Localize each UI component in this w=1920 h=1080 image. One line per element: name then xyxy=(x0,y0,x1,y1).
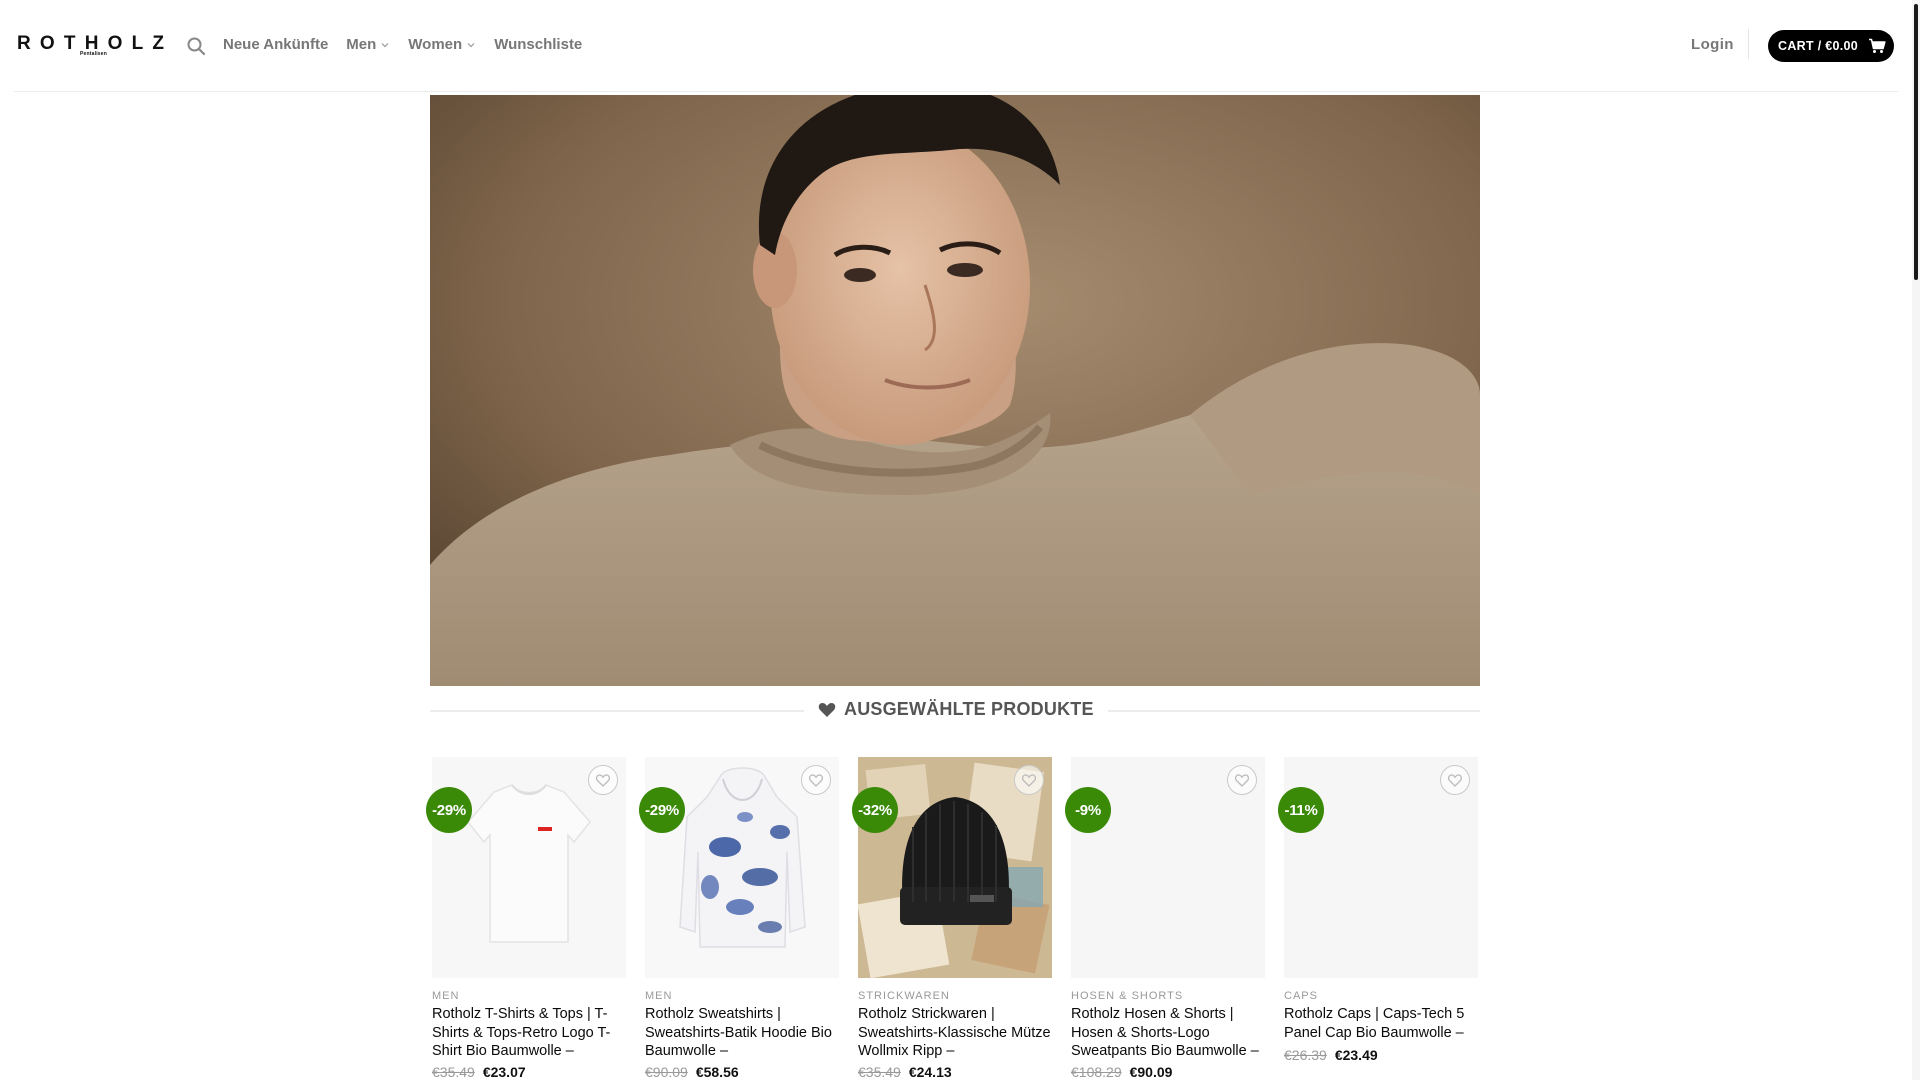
product-name[interactable]: Rotholz Hosen & Shorts | Hosen & Shorts-… xyxy=(1071,1005,1265,1061)
login-link[interactable]: Login xyxy=(1691,36,1734,54)
chevron-down-icon xyxy=(381,43,389,48)
product-category[interactable]: MEN xyxy=(645,990,672,1002)
main-nav: Neue Ankünfte Men Women Wunschliste xyxy=(223,36,582,54)
logo-subtext: Pentalisen xyxy=(80,51,108,57)
scrollbar-thumb[interactable] xyxy=(1914,4,1918,280)
page: ROTHOLZ Pentalisen Neue Ankünfte Men Wom… xyxy=(0,0,1920,1080)
wishlist-button[interactable] xyxy=(1440,765,1470,795)
discount-badge: -32% xyxy=(852,787,898,833)
header-divider xyxy=(1748,29,1749,59)
product-name[interactable]: Rotholz T-Shirts & Tops | T-Shirts & Top… xyxy=(432,1005,626,1061)
product-category[interactable]: HOSEN & SHORTS xyxy=(1071,990,1183,1002)
wishlist-button[interactable] xyxy=(1227,765,1257,795)
sale-price: €23.49 xyxy=(1334,1047,1378,1063)
wishlist-button[interactable] xyxy=(801,765,831,795)
discount-badge: -29% xyxy=(639,787,685,833)
product-card[interactable]: -29% MEN Rotholz Sweatshirts | Sweatshir… xyxy=(639,757,839,1080)
product-name[interactable]: Rotholz Caps | Caps-Tech 5 Panel Cap Bio… xyxy=(1284,1005,1478,1042)
nav-item-label: Neue Ankünfte xyxy=(223,36,329,53)
product-name[interactable]: Rotholz Sweatshirts | Sweatshirts-Batik … xyxy=(645,1005,839,1061)
product-card[interactable]: -11% CAPS Rotholz Caps | Caps-Tech 5 Pan… xyxy=(1278,757,1478,1080)
sale-price: €24.13 xyxy=(908,1064,952,1080)
heart-icon xyxy=(818,702,836,717)
price: €26.39 €23.49 xyxy=(1284,1047,1378,1063)
sale-price: €90.09 xyxy=(1129,1064,1173,1080)
chevron-down-icon xyxy=(467,43,475,48)
site-header: ROTHOLZ Pentalisen Neue Ankünfte Men Wom… xyxy=(14,0,1898,92)
product-card[interactable]: -32% STRICKWAREN Rotholz Strickwaren | S… xyxy=(852,757,1052,1080)
divider xyxy=(430,710,804,712)
cart-button[interactable]: CART / €0.00 xyxy=(1768,30,1894,62)
sale-price: €58.56 xyxy=(695,1064,739,1080)
old-price: €108.29 xyxy=(1071,1064,1122,1080)
heart-outline-icon xyxy=(1235,773,1249,787)
cart-label: CART / €0.00 xyxy=(1778,39,1859,53)
scrollbar[interactable] xyxy=(1912,0,1920,1080)
shopping-cart-icon xyxy=(1869,38,1886,53)
sale-price: €23.07 xyxy=(482,1064,526,1080)
nav-item-wunschliste[interactable]: Wunschliste xyxy=(494,36,582,54)
nav-item-label: Men xyxy=(346,36,377,53)
divider xyxy=(1108,710,1480,712)
product-grid: -29% MEN Rotholz T-Shirts & Tops | T-Shi… xyxy=(426,757,1478,1080)
product-name[interactable]: Rotholz Strickwaren | Sweatshirts-Klassi… xyxy=(858,1005,1052,1061)
nav-item-women[interactable]: Women xyxy=(408,36,476,54)
section-title-text: AUSGEWÄHLTE PRODUKTE xyxy=(844,699,1094,719)
price: €90.09 €58.56 xyxy=(645,1064,739,1080)
nav-item-label: Women xyxy=(408,36,463,53)
old-price: €35.49 xyxy=(858,1064,901,1080)
price: €35.49 €24.13 xyxy=(858,1064,952,1080)
discount-badge: -9% xyxy=(1065,787,1111,833)
logo[interactable]: ROTHOLZ Pentalisen xyxy=(17,34,164,58)
heart-outline-icon xyxy=(1022,773,1036,787)
wishlist-button[interactable] xyxy=(588,765,618,795)
heart-outline-icon xyxy=(809,773,823,787)
discount-badge: -11% xyxy=(1278,787,1324,833)
old-price: €26.39 xyxy=(1284,1047,1327,1063)
section-title: AUSGEWÄHLTE PRODUKTE xyxy=(818,699,1094,720)
nav-item-label: Wunschliste xyxy=(494,36,583,53)
price: €35.49 €23.07 xyxy=(432,1064,526,1080)
product-card[interactable]: -29% MEN Rotholz T-Shirts & Tops | T-Shi… xyxy=(426,757,626,1080)
wishlist-button[interactable] xyxy=(1014,765,1044,795)
discount-badge: -29% xyxy=(426,787,472,833)
heart-outline-icon xyxy=(1448,773,1462,787)
nav-item-neue-ankuenfte[interactable]: Neue Ankünfte xyxy=(223,36,328,54)
hero-image xyxy=(430,95,1480,686)
old-price: €90.09 xyxy=(645,1064,688,1080)
section-featured-products: AUSGEWÄHLTE PRODUKTE xyxy=(430,696,1480,726)
product-category[interactable]: MEN xyxy=(432,990,459,1002)
heart-outline-icon xyxy=(596,773,610,787)
product-category[interactable]: CAPS xyxy=(1284,990,1318,1002)
product-card[interactable]: -9% HOSEN & SHORTS Rotholz Hosen & Short… xyxy=(1065,757,1265,1080)
nav-item-men[interactable]: Men xyxy=(346,36,390,54)
search-icon[interactable] xyxy=(186,36,206,56)
price: €108.29 €90.09 xyxy=(1071,1064,1172,1080)
product-category[interactable]: STRICKWAREN xyxy=(858,990,950,1002)
old-price: €35.49 xyxy=(432,1064,475,1080)
